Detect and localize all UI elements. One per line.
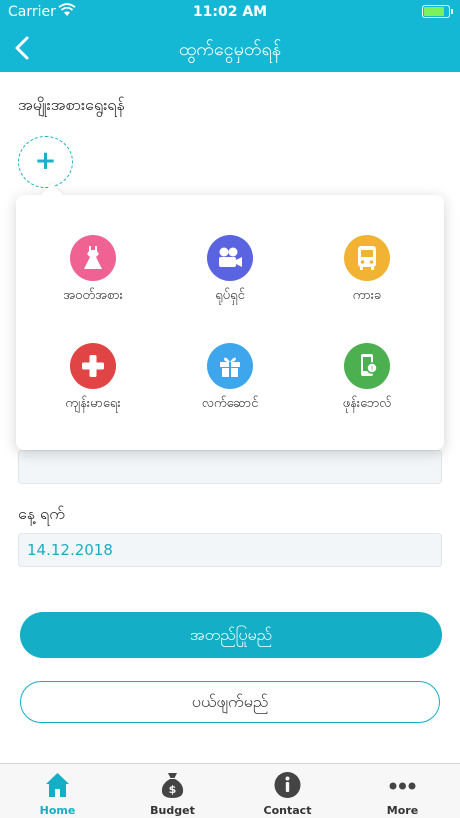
- bus-icon: [344, 235, 390, 281]
- category-item-transport[interactable]: ကား‌ခ: [302, 235, 432, 306]
- category-item-phone-bill[interactable]: ! ဖုန်းဘေလ်: [302, 343, 432, 414]
- amount-field[interactable]: [18, 450, 442, 484]
- status-bar: Carrier 11:02 AM: [0, 0, 460, 24]
- navigation-bar: ထွက်ငွေမှတ်ရန်: [0, 24, 460, 72]
- category-label-gift: လက်ဆောင်: [201, 396, 259, 411]
- tab-contact[interactable]: Contact: [230, 764, 345, 818]
- tab-home[interactable]: Home: [0, 764, 115, 818]
- cancel-button[interactable]: ပယ်ဖျက်မည်: [20, 681, 440, 723]
- money-bag-icon: $: [161, 773, 184, 798]
- plus-icon: +: [34, 146, 57, 176]
- category-picker-popup: အဝတ်အစား ရုပ်ရှင် ကား‌ခ: [16, 183, 444, 450]
- category-label-movie: ရုပ်ရှင်: [215, 288, 245, 303]
- tab-more-label: More: [386, 804, 419, 817]
- category-label-transport: ကား‌ခ: [352, 288, 382, 303]
- tab-budget[interactable]: $ Budget: [115, 764, 230, 818]
- gift-icon: [207, 343, 253, 389]
- home-icon: [46, 773, 69, 797]
- status-time: 11:02 AM: [192, 4, 268, 20]
- save-button[interactable]: အတည်ပြုမည်: [20, 612, 442, 658]
- category-item-clothing[interactable]: အဝတ်အစား: [28, 235, 158, 306]
- category-item-movie[interactable]: ရုပ်ရှင်: [165, 235, 295, 306]
- category-item-health[interactable]: ကျန်းမာရေး: [28, 343, 158, 414]
- category-item-gift[interactable]: လက်ဆောင်: [165, 343, 295, 414]
- category-label-health: ကျန်းမာရေး: [65, 396, 121, 411]
- category-label: အမျိုးအစားရွေးရန်: [18, 95, 125, 114]
- tab-bar: Home $ Budget Contact More: [0, 763, 460, 818]
- tab-home-label: Home: [39, 804, 76, 817]
- tab-budget-label: Budget: [150, 804, 195, 817]
- page-title: ထွက်ငွေမှတ်ရန်: [178, 39, 282, 60]
- phone-bill-icon: !: [344, 343, 390, 389]
- dress-icon: [70, 235, 116, 281]
- date-label: နေ့ ရက်: [18, 504, 65, 523]
- add-category-button[interactable]: +: [18, 136, 73, 188]
- category-label-clothing: အဝတ်အစား: [63, 288, 123, 303]
- date-field[interactable]: 14.12.2018: [18, 533, 442, 567]
- more-dots-icon: [389, 782, 416, 790]
- battery-icon: [422, 5, 453, 18]
- svg-text:!: !: [371, 365, 374, 373]
- tab-contact-label: Contact: [263, 804, 312, 817]
- date-value: 14.12.2018: [27, 541, 113, 559]
- medical-cross-icon: [70, 343, 116, 389]
- info-icon: [274, 772, 301, 798]
- svg-text:$: $: [169, 783, 177, 796]
- category-label-phone-bill: ဖုန်းဘေလ်: [342, 396, 392, 411]
- tab-more[interactable]: More: [345, 764, 460, 818]
- movie-camera-icon: [207, 235, 253, 281]
